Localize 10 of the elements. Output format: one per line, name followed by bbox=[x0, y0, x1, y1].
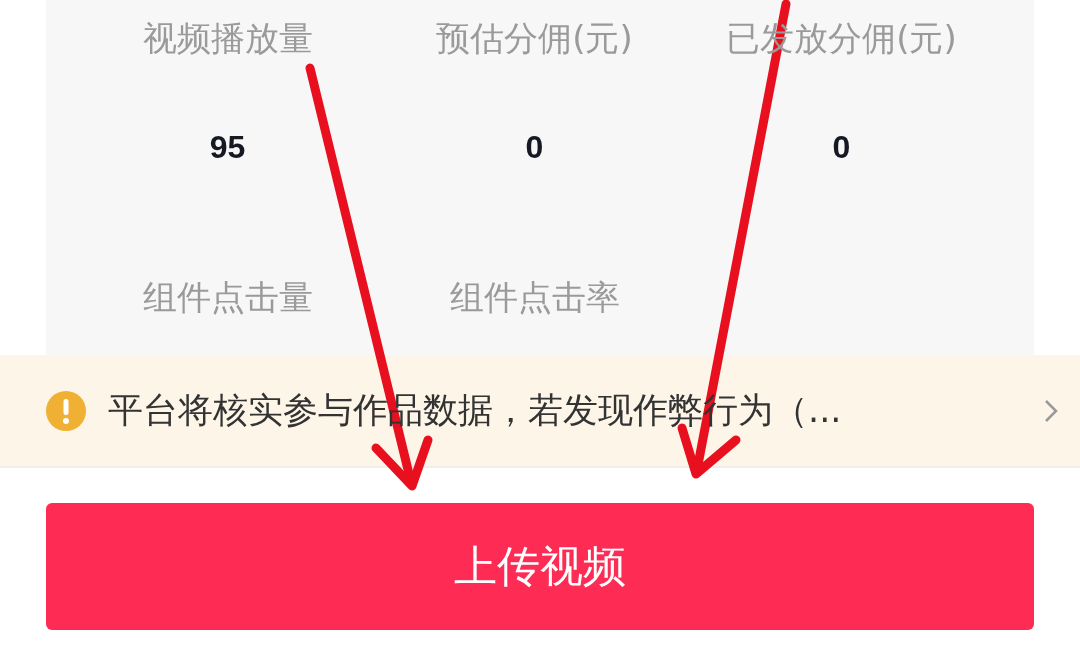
metric-label: 预估分佣(元) bbox=[436, 18, 633, 58]
warning-icon bbox=[46, 390, 86, 431]
metric-value: 95 bbox=[209, 128, 246, 167]
metric-value: 0 bbox=[525, 128, 544, 167]
metric-value: 0 bbox=[832, 128, 851, 167]
metric-label: 视频播放量 bbox=[142, 18, 313, 58]
metric-label: 组件点击率 bbox=[449, 277, 620, 317]
chevron-right-icon bbox=[1044, 398, 1058, 423]
metric-label: 组件点击量 bbox=[142, 277, 313, 317]
upload-button[interactable]: 上传视频 bbox=[46, 503, 1034, 630]
